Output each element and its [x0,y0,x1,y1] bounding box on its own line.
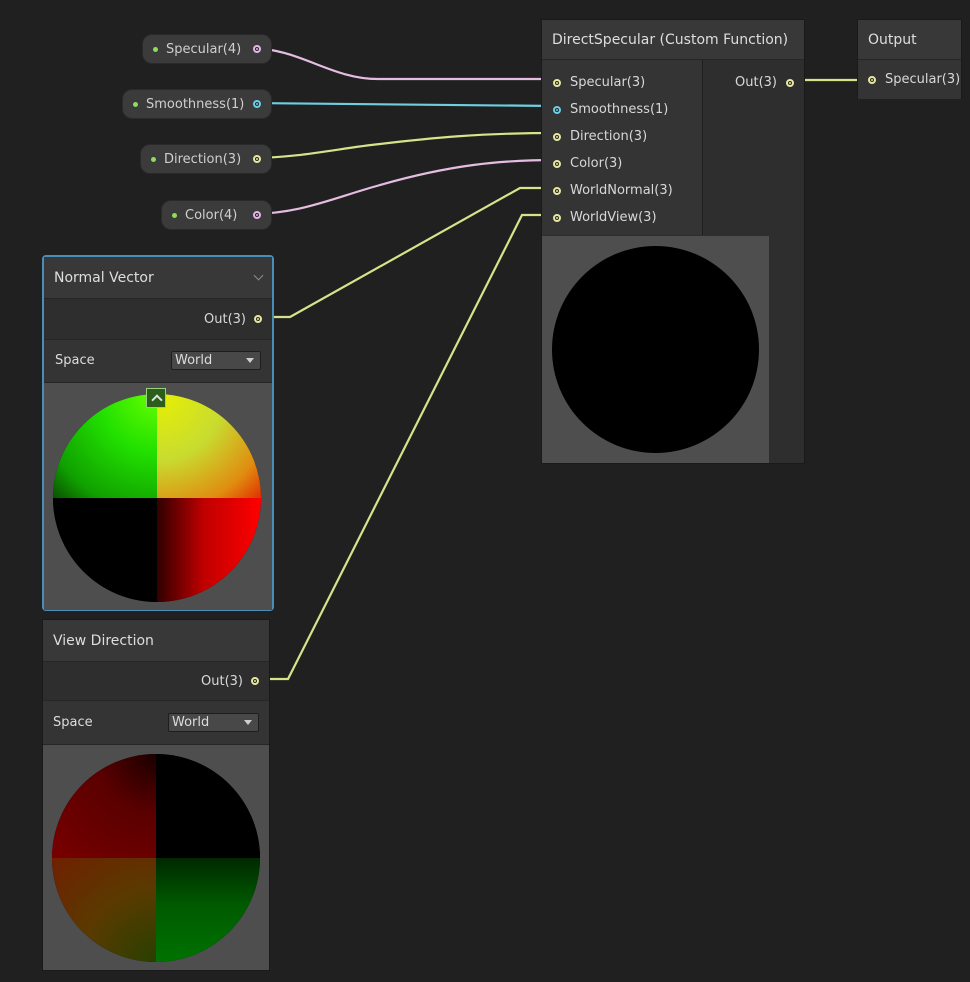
quadrant-top-right [157,394,261,498]
chevron-up-icon [151,394,163,406]
quadrant-bottom-right [157,498,261,602]
input-port-label: Specular(3) [885,72,961,87]
collapse-chevron-icon[interactable] [253,270,264,281]
input-port-specular[interactable]: Specular(3) [542,69,702,96]
quadrant-bottom-right [156,858,260,962]
input-port-label: WorldNormal(3) [570,183,673,198]
output-node[interactable]: Output Specular(3) [857,19,962,99]
property-direction[interactable]: Direction(3) [140,144,272,174]
node-title-label: Normal Vector [54,269,154,286]
property-color[interactable]: Color(4) [161,200,272,230]
view-direction-node[interactable]: View Direction Out(3) Space World [42,619,270,971]
quadrant-top-right [156,754,260,858]
input-port-dot[interactable] [553,78,561,87]
wire-smoothness [248,101,557,108]
normal-vector-node[interactable]: Normal Vector Out(3) Space World [42,255,274,611]
input-port-label: Specular(3) [570,75,646,90]
input-port-world-normal[interactable]: WorldNormal(3) [542,177,702,204]
quadrant-bottom-left [52,858,156,962]
wire-direction [248,131,557,160]
normal-vector-space-row: Space World [44,339,272,382]
input-port-label: Direction(3) [570,129,648,144]
quadrant-top-left [52,754,156,858]
space-value: World [175,353,213,368]
custom-function-preview [542,236,769,463]
node-title-label: View Direction [53,632,154,649]
input-port-dot[interactable] [553,186,561,195]
space-value: World [172,715,210,730]
input-port-label: Smoothness(1) [570,102,669,117]
output-port-dot[interactable] [251,677,259,685]
input-port-label: Color(3) [570,156,623,171]
custom-function-node[interactable]: DirectSpecular (Custom Function) Specula… [541,19,805,464]
input-port-dot[interactable] [868,75,876,84]
input-port-dot[interactable] [553,213,561,222]
wire-specular [248,46,556,81]
output-port-dot[interactable] [254,315,262,323]
input-port-smoothness[interactable]: Smoothness(1) [542,96,702,123]
space-label: Space [55,353,95,368]
preview-sphere-view [52,754,260,962]
view-direction-title: View Direction [43,620,269,662]
output-node-input-port[interactable]: Specular(3) [858,60,961,99]
space-label: Space [53,715,93,730]
view-direction-output[interactable]: Out(3) [43,662,269,700]
wire-world-view [256,213,556,681]
collapse-preview-button[interactable] [146,388,166,408]
output-port-label: Out(3) [735,75,777,90]
view-direction-space-row: Space World [43,700,269,744]
property-smoothness[interactable]: Smoothness(1) [122,89,272,119]
property-specular[interactable]: Specular(4) [142,34,272,64]
input-port-label: WorldView(3) [570,210,657,225]
input-port-color[interactable]: Color(3) [542,150,702,177]
custom-function-ports: Specular(3) Smoothness(1) Direction(3) C… [542,60,804,235]
output-port-dot[interactable] [786,78,794,87]
property-dot [153,46,158,52]
property-output-port[interactable] [253,155,261,163]
input-port-dot[interactable] [553,132,561,141]
property-output-port[interactable] [253,45,261,53]
view-direction-preview [43,744,269,970]
dropdown-caret-icon [244,720,252,725]
wire-world-normal [258,186,556,319]
output-port-label: Out(3) [204,311,246,327]
custom-function-title: DirectSpecular (Custom Function) [542,20,804,60]
input-port-direction[interactable]: Direction(3) [542,123,702,150]
property-dot [151,156,156,162]
preview-sphere-black [552,246,759,453]
input-port-dot[interactable] [553,105,561,114]
output-port-label: Out(3) [201,673,243,689]
output-port-out[interactable]: Out(3) [703,69,804,96]
normal-vector-title: Normal Vector [44,257,272,299]
input-ports: Specular(3) Smoothness(1) Direction(3) C… [542,60,702,235]
property-dot [172,212,177,218]
property-dot [133,101,138,107]
property-output-port[interactable] [253,211,261,219]
space-dropdown[interactable]: World [171,351,261,370]
quadrant-top-left [53,394,157,498]
property-label: Specular(4) [166,41,242,57]
property-output-port[interactable] [253,100,261,108]
preview-sphere-normal [53,394,261,602]
normal-vector-output[interactable]: Out(3) [44,299,272,339]
normal-vector-preview [44,382,272,610]
input-port-world-view[interactable]: WorldView(3) [542,204,702,231]
space-dropdown[interactable]: World [168,713,259,732]
property-label: Smoothness(1) [146,96,245,112]
property-label: Direction(3) [164,151,242,167]
output-node-title: Output [858,20,961,60]
input-port-dot[interactable] [553,159,561,168]
quadrant-bottom-left [53,498,157,602]
output-ports: Out(3) [703,60,804,235]
dropdown-caret-icon [246,358,254,363]
property-label: Color(4) [185,207,238,223]
wire-color [248,158,557,216]
